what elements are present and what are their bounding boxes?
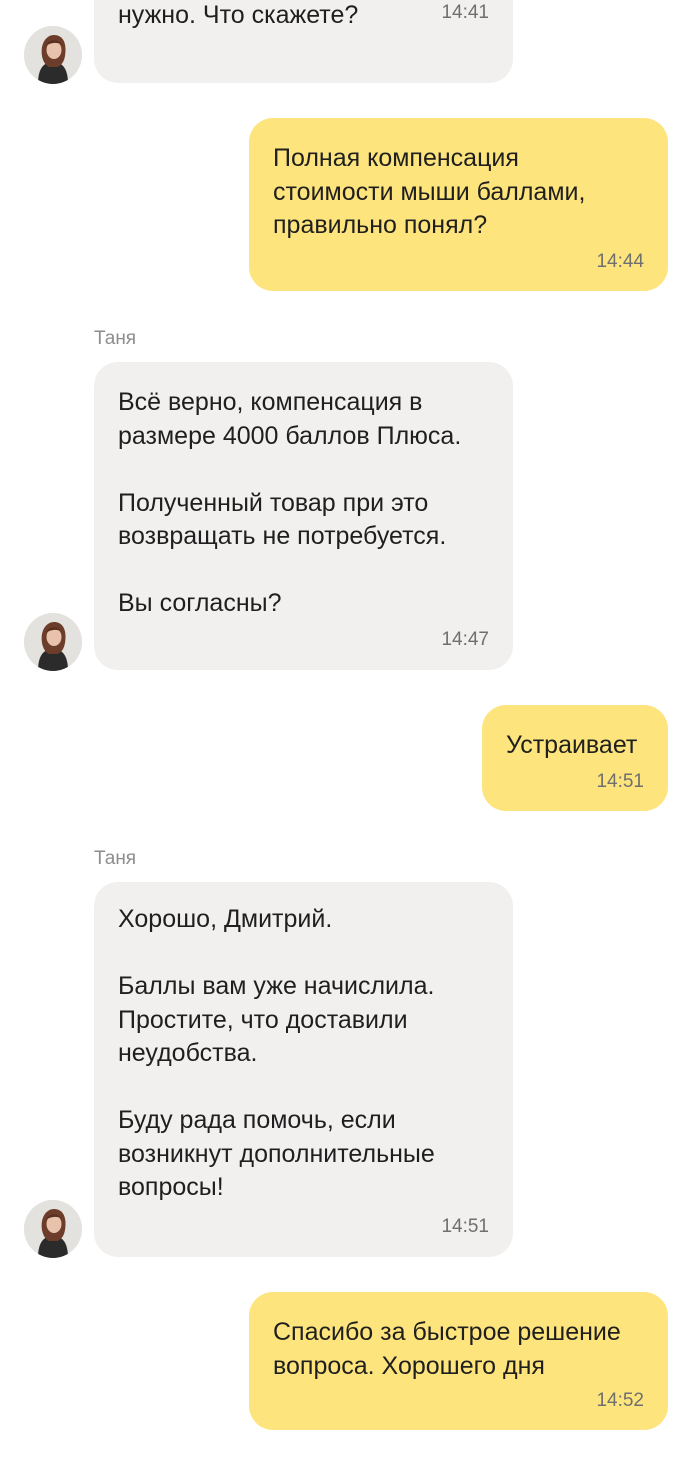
avatar[interactable] (24, 1200, 82, 1258)
message-text: нужно. Что скажете? (118, 1, 359, 29)
sender-name: Таня (94, 328, 137, 349)
outgoing-message[interactable]: Спасибо за быстрое решение вопроса. Хоро… (249, 1292, 668, 1430)
message-text: Спасибо за быстрое решение вопроса. Хоро… (273, 1318, 621, 1380)
outgoing-message[interactable]: Полная компенсация стоимости мыши баллам… (249, 118, 668, 291)
message-time: 14:51 (596, 771, 644, 792)
message-text: Всё верно, компенсация в размере 4000 ба… (118, 388, 462, 617)
sender-name: Таня (94, 848, 137, 869)
message-text: Хорошо, Дмитрий. Баллы вам уже начислила… (118, 905, 435, 1201)
incoming-message[interactable]: Всё верно, компенсация в размере 4000 ба… (94, 362, 513, 670)
avatar[interactable] (24, 613, 82, 671)
agent-photo (24, 26, 82, 84)
message-time: 14:41 (441, 2, 489, 23)
incoming-message[interactable]: Хорошо, Дмитрий. Баллы вам уже начислила… (94, 882, 513, 1257)
avatar[interactable] (24, 26, 82, 84)
agent-photo (24, 1200, 82, 1258)
message-time: 14:51 (441, 1216, 489, 1237)
agent-photo (24, 613, 82, 671)
message-time: 14:47 (441, 629, 489, 650)
outgoing-message[interactable]: Устраивает 14:51 (482, 705, 668, 811)
message-text: Устраивает (506, 731, 638, 759)
message-time: 14:44 (596, 251, 644, 272)
message-text: Полная компенсация стоимости мыши баллам… (273, 144, 586, 239)
incoming-message[interactable]: нужно. Что скажете? 14:41 (94, 0, 513, 83)
message-time: 14:52 (596, 1390, 644, 1411)
